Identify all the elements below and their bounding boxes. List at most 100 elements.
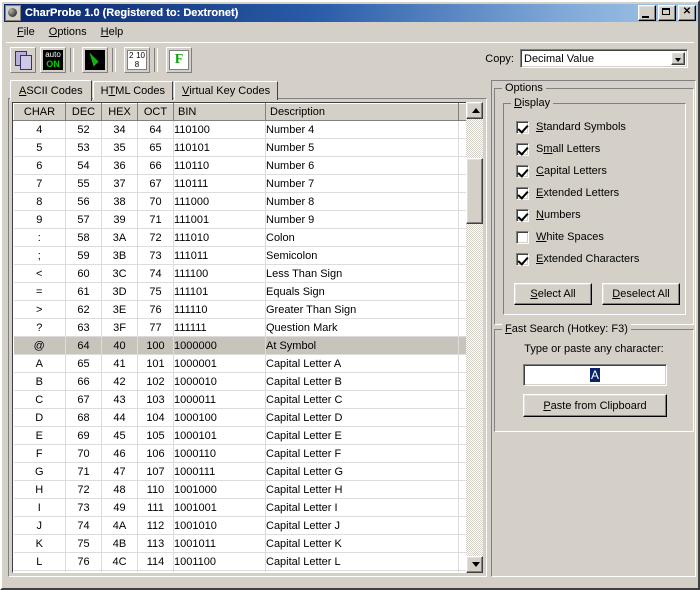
table-row[interactable]: B 66 42 102 1000010 Capital Letter B [13,372,482,391]
chevron-down-icon[interactable] [671,52,685,65]
maximize-button[interactable] [658,5,676,21]
cell-char: B [13,372,66,391]
cell-oct: 105 [137,426,174,445]
checkbox-label: Small Letters [536,143,601,155]
checkbox-row-white-spaces[interactable]: White Spaces [516,226,639,248]
cell-bin: 1001011 [173,534,266,553]
scrollbar-thumb[interactable] [466,158,483,224]
paste-arrow-button[interactable] [82,46,108,73]
cell-bin: 1001101 [173,570,266,572]
tab-html-codes[interactable]: H T ML Codes [92,81,174,100]
table-row[interactable]: 7 55 37 67 110111 Number 7 [13,174,482,193]
select-all-button[interactable]: Select All [514,283,592,305]
menu-label-options-rest: ptions [57,26,87,38]
copy-to-clipboard-button[interactable] [10,46,36,73]
table-row[interactable]: 5 53 35 65 110101 Number 5 [13,138,482,157]
table-row[interactable]: ? 63 3F 77 111111 Question Mark [13,318,482,337]
cell-oct: 75 [137,282,174,301]
checkbox-extended-letters[interactable] [516,186,529,200]
menu-bar: File Options Help [4,23,698,41]
table-row[interactable]: ; 59 3B 73 111011 Semicolon [13,246,482,265]
cell-oct: 102 [137,372,174,391]
ascii-table-scroll-area[interactable]: CHAR DEC HEX OCT BIN Description 4 52 34 64… [12,102,483,573]
column-header-bin[interactable]: BIN [173,103,266,121]
cell-bin: 111010 [173,228,266,247]
cell-char: ; [13,246,66,265]
cell-hex: 42 [101,372,138,391]
column-header-dec[interactable]: DEC [65,103,102,121]
app-globe-icon [5,5,21,21]
table-row[interactable]: :58 3A 72 111010 Colon [13,228,482,247]
checkbox-white-spaces[interactable] [516,230,529,244]
table-row[interactable]: <60 3C 74 111100 Less Than Sign [13,264,482,283]
vertical-scrollbar[interactable] [466,102,483,573]
cell-char: J [13,516,66,535]
table-row[interactable]: F 70 46 106 1000110 Capital Letter F [13,444,482,463]
checkbox-row-extended-letters[interactable]: Extended Letters [516,182,639,204]
table-row[interactable]: = 61 3D 75 111101 Equals Sign [13,282,482,301]
checkbox-small-letters[interactable] [516,142,529,156]
close-button[interactable]: ✕ [678,5,696,21]
table-row[interactable]: D 68 44 104 1000100 Capital Letter D [13,408,482,427]
deselect-all-rest: eselect All [620,288,670,300]
font-button[interactable]: F [166,46,192,73]
table-row[interactable]: 8 56 38 70 111000 Number 8 [13,192,482,211]
cell-description: Capital Letter H [265,480,459,499]
cell-dec: 61 [65,282,102,301]
cell-hex: 3F [101,318,138,337]
checkbox-row-capital-letters[interactable]: Capital Letters [516,160,639,182]
column-header-oct[interactable]: OCT [137,103,174,121]
checkbox-row-extended-characters[interactable]: Extended Characters [516,248,639,270]
table-row[interactable]: C 67 43 103 1000011 Capital Letter C [13,390,482,409]
cell-oct: 101 [137,354,174,373]
table-row[interactable]: G 71 47 107 1000111 Capital Letter G [13,462,482,481]
menu-item-help[interactable]: Help [94,25,131,39]
window-controls: ✕ [638,5,696,21]
cell-bin: 110110 [173,156,266,175]
table-row[interactable]: H 72 48 110 1001000 Capital Letter H [13,480,482,499]
cell-bin: 110100 [173,120,266,139]
table-row[interactable]: E 69 45 105 1000101 Capital Letter E [13,426,482,445]
menu-item-options[interactable]: Options [42,25,94,39]
column-header-description[interactable]: Description [265,103,459,121]
scroll-down-button[interactable] [466,556,483,573]
paste-from-clipboard-button[interactable]: Paste from Clipboard [523,394,667,417]
cell-bin: 111111 [173,318,266,337]
select-all-rest: elect All [537,288,576,300]
menu-item-file[interactable]: File [10,25,42,39]
table-row[interactable]: >62 3E 76 111110 Greater Than Sign [13,300,482,319]
table-row[interactable]: A 65 41 101 1000001 Capital Letter A [13,354,482,373]
minimize-button[interactable] [638,5,656,21]
table-row[interactable]: 6 54 36 66 110110 Number 6 [13,156,482,175]
number-bases-button[interactable]: 2 10 8 [124,46,150,73]
scroll-up-button[interactable] [466,102,483,119]
checkbox-row-numbers[interactable]: Numbers [516,204,639,226]
copy-format-select[interactable]: Decimal Value [520,49,688,68]
table-row[interactable]: J 74 4A 112 1001010 Capital Letter J [13,516,482,535]
cell-char: 5 [13,138,66,157]
checkbox-capital-letters[interactable] [516,164,529,178]
cell-description: Capital Letter F [265,444,459,463]
fast-search-input[interactable]: A [523,364,667,386]
table-row[interactable]: 9 57 39 71 111001 Number 9 [13,210,482,229]
checkbox-standard-symbols[interactable] [516,120,529,134]
checkbox-numbers[interactable] [516,208,529,222]
column-header-char[interactable]: CHAR [13,103,66,121]
tab-ascii-codes[interactable]: A SCII Codes [10,80,92,101]
table-row[interactable]: M774D1151001101Capital Letter M [13,570,482,572]
deselect-all-button[interactable]: Deselect All [602,283,680,305]
two-pages-icon [13,50,33,70]
table-row[interactable]: L 76 4C 114 1001100 Capital Letter L [13,552,482,571]
column-header-hex[interactable]: HEX [101,103,138,121]
table-row[interactable]: K 75 4B 113 1001011 Capital Letter K [13,534,482,553]
checkbox-row-standard-symbols[interactable]: Standard Symbols [516,116,639,138]
checkbox-extended-characters[interactable] [516,252,529,266]
auto-on-toggle-button[interactable]: auto ON [40,46,66,73]
table-row[interactable]: 4 52 34 64 110100 Number 4 [13,120,482,139]
cell-dec: 52 [65,120,102,139]
checkbox-row-small-letters[interactable]: Small Letters [516,138,639,160]
table-row[interactable]: I 73 49 111 1001001 Capital Letter I [13,498,482,517]
cell-bin: 111000 [173,192,266,211]
table-row[interactable]: @64 40 100 1000000 At Symbol [13,336,482,355]
tab-virtual-key-codes[interactable]: Virtual Key Codes [174,81,279,100]
